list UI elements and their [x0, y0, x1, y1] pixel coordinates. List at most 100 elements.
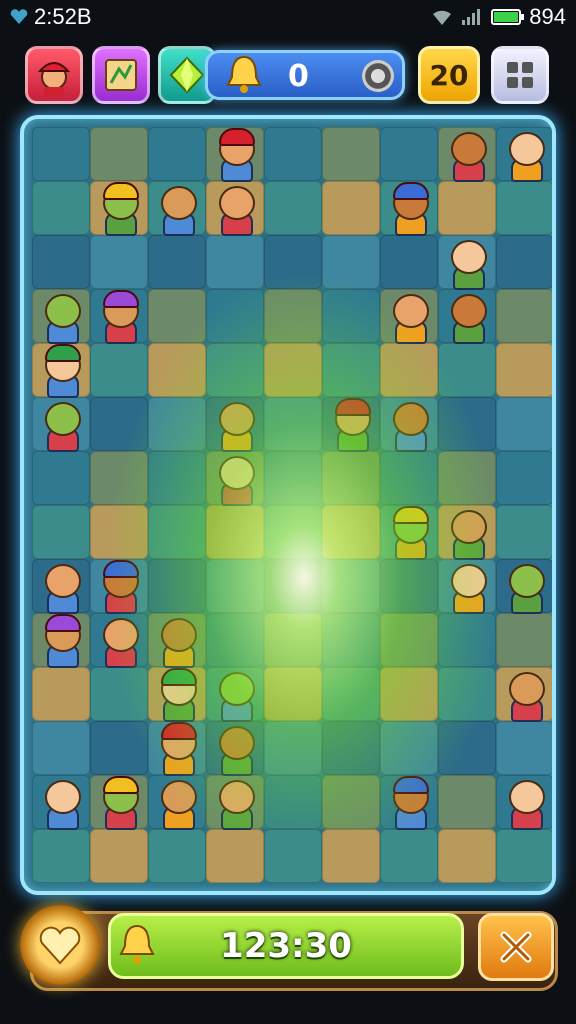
puzzle-tile[interactable]: [32, 235, 90, 289]
character-piece[interactable]: [149, 666, 205, 722]
puzzle-tile[interactable]: [438, 181, 496, 235]
character-piece[interactable]: [439, 126, 495, 182]
character-piece[interactable]: [207, 666, 263, 722]
puzzle-tile[interactable]: [148, 505, 206, 559]
character-piece[interactable]: [381, 504, 437, 560]
puzzle-tile[interactable]: [496, 235, 552, 289]
character-piece[interactable]: [207, 396, 263, 452]
puzzle-tile[interactable]: [322, 289, 380, 343]
puzzle-tile[interactable]: [438, 775, 496, 829]
puzzle-tile[interactable]: [90, 397, 148, 451]
puzzle-tile[interactable]: [148, 451, 206, 505]
puzzle-tile[interactable]: [322, 721, 380, 775]
puzzle-tile[interactable]: [32, 667, 90, 721]
character-piece[interactable]: [33, 342, 89, 398]
puzzle-tile[interactable]: [32, 721, 90, 775]
avatar-button[interactable]: [25, 46, 83, 104]
character-piece[interactable]: [33, 774, 89, 830]
puzzle-tile[interactable]: [496, 343, 552, 397]
character-piece[interactable]: [381, 774, 437, 830]
character-piece[interactable]: [439, 234, 495, 290]
character-piece[interactable]: [207, 720, 263, 776]
puzzle-tile[interactable]: [322, 505, 380, 559]
puzzle-tile[interactable]: [322, 775, 380, 829]
puzzle-tile[interactable]: [206, 505, 264, 559]
character-piece[interactable]: [33, 558, 89, 614]
puzzle-tile[interactable]: [264, 721, 322, 775]
character-piece[interactable]: [33, 396, 89, 452]
puzzle-tile[interactable]: [496, 397, 552, 451]
puzzle-tile[interactable]: [264, 343, 322, 397]
puzzle-tile[interactable]: [438, 667, 496, 721]
puzzle-tile[interactable]: [32, 829, 90, 883]
puzzle-tile[interactable]: [380, 451, 438, 505]
puzzle-tile[interactable]: [206, 235, 264, 289]
puzzle-tile[interactable]: [322, 343, 380, 397]
character-piece[interactable]: [149, 612, 205, 668]
puzzle-tile[interactable]: [438, 343, 496, 397]
character-piece[interactable]: [33, 612, 89, 668]
puzzle-tile[interactable]: [496, 451, 552, 505]
puzzle-tile[interactable]: [32, 505, 90, 559]
puzzle-tile[interactable]: [322, 127, 380, 181]
character-piece[interactable]: [149, 180, 205, 236]
character-piece[interactable]: [439, 288, 495, 344]
puzzle-tile[interactable]: [322, 829, 380, 883]
puzzle-tile[interactable]: [322, 181, 380, 235]
puzzle-tile[interactable]: [264, 397, 322, 451]
character-piece[interactable]: [497, 126, 552, 182]
puzzle-tile[interactable]: [264, 559, 322, 613]
puzzle-tile[interactable]: [264, 775, 322, 829]
character-piece[interactable]: [33, 288, 89, 344]
puzzle-tile[interactable]: [438, 721, 496, 775]
puzzle-tile[interactable]: [32, 451, 90, 505]
character-piece[interactable]: [439, 558, 495, 614]
puzzle-tile[interactable]: [264, 505, 322, 559]
puzzle-tile[interactable]: [90, 721, 148, 775]
puzzle-tile[interactable]: [322, 451, 380, 505]
puzzle-tile[interactable]: [206, 289, 264, 343]
puzzle-tile[interactable]: [380, 829, 438, 883]
character-piece[interactable]: [207, 450, 263, 506]
level-badge[interactable]: 20: [418, 46, 480, 104]
character-piece[interactable]: [91, 288, 147, 344]
puzzle-tile[interactable]: [90, 451, 148, 505]
puzzle-tile[interactable]: [264, 613, 322, 667]
puzzle-tile[interactable]: [322, 559, 380, 613]
puzzle-tile[interactable]: [264, 451, 322, 505]
puzzle-tile[interactable]: [90, 235, 148, 289]
puzzle-tile[interactable]: [380, 127, 438, 181]
puzzle-tile[interactable]: [148, 397, 206, 451]
grid-button[interactable]: [491, 46, 549, 104]
puzzle-tile[interactable]: [380, 343, 438, 397]
character-piece[interactable]: [497, 666, 552, 722]
character-piece[interactable]: [91, 558, 147, 614]
puzzle-tile[interactable]: [380, 721, 438, 775]
character-piece[interactable]: [381, 180, 437, 236]
puzzle-tile[interactable]: [322, 613, 380, 667]
character-piece[interactable]: [381, 396, 437, 452]
puzzle-tile[interactable]: [322, 667, 380, 721]
map-button[interactable]: [92, 46, 150, 104]
puzzle-tile[interactable]: [206, 343, 264, 397]
puzzle-tile[interactable]: [90, 505, 148, 559]
puzzle-tile[interactable]: [148, 343, 206, 397]
puzzle-tile[interactable]: [206, 613, 264, 667]
puzzle-tile[interactable]: [32, 181, 90, 235]
puzzle-tile[interactable]: [496, 829, 552, 883]
puzzle-tile[interactable]: [148, 235, 206, 289]
character-piece[interactable]: [497, 774, 552, 830]
puzzle-tile[interactable]: [90, 667, 148, 721]
puzzle-tile[interactable]: [496, 505, 552, 559]
character-piece[interactable]: [207, 126, 263, 182]
puzzle-tile[interactable]: [264, 289, 322, 343]
puzzle-tile[interactable]: [148, 127, 206, 181]
emblem-icon[interactable]: [20, 905, 100, 985]
character-piece[interactable]: [207, 180, 263, 236]
puzzle-tile[interactable]: [148, 829, 206, 883]
puzzle-tile[interactable]: [380, 667, 438, 721]
puzzle-tile[interactable]: [264, 181, 322, 235]
puzzle-tile[interactable]: [496, 181, 552, 235]
puzzle-tile[interactable]: [496, 721, 552, 775]
character-piece[interactable]: [323, 396, 379, 452]
